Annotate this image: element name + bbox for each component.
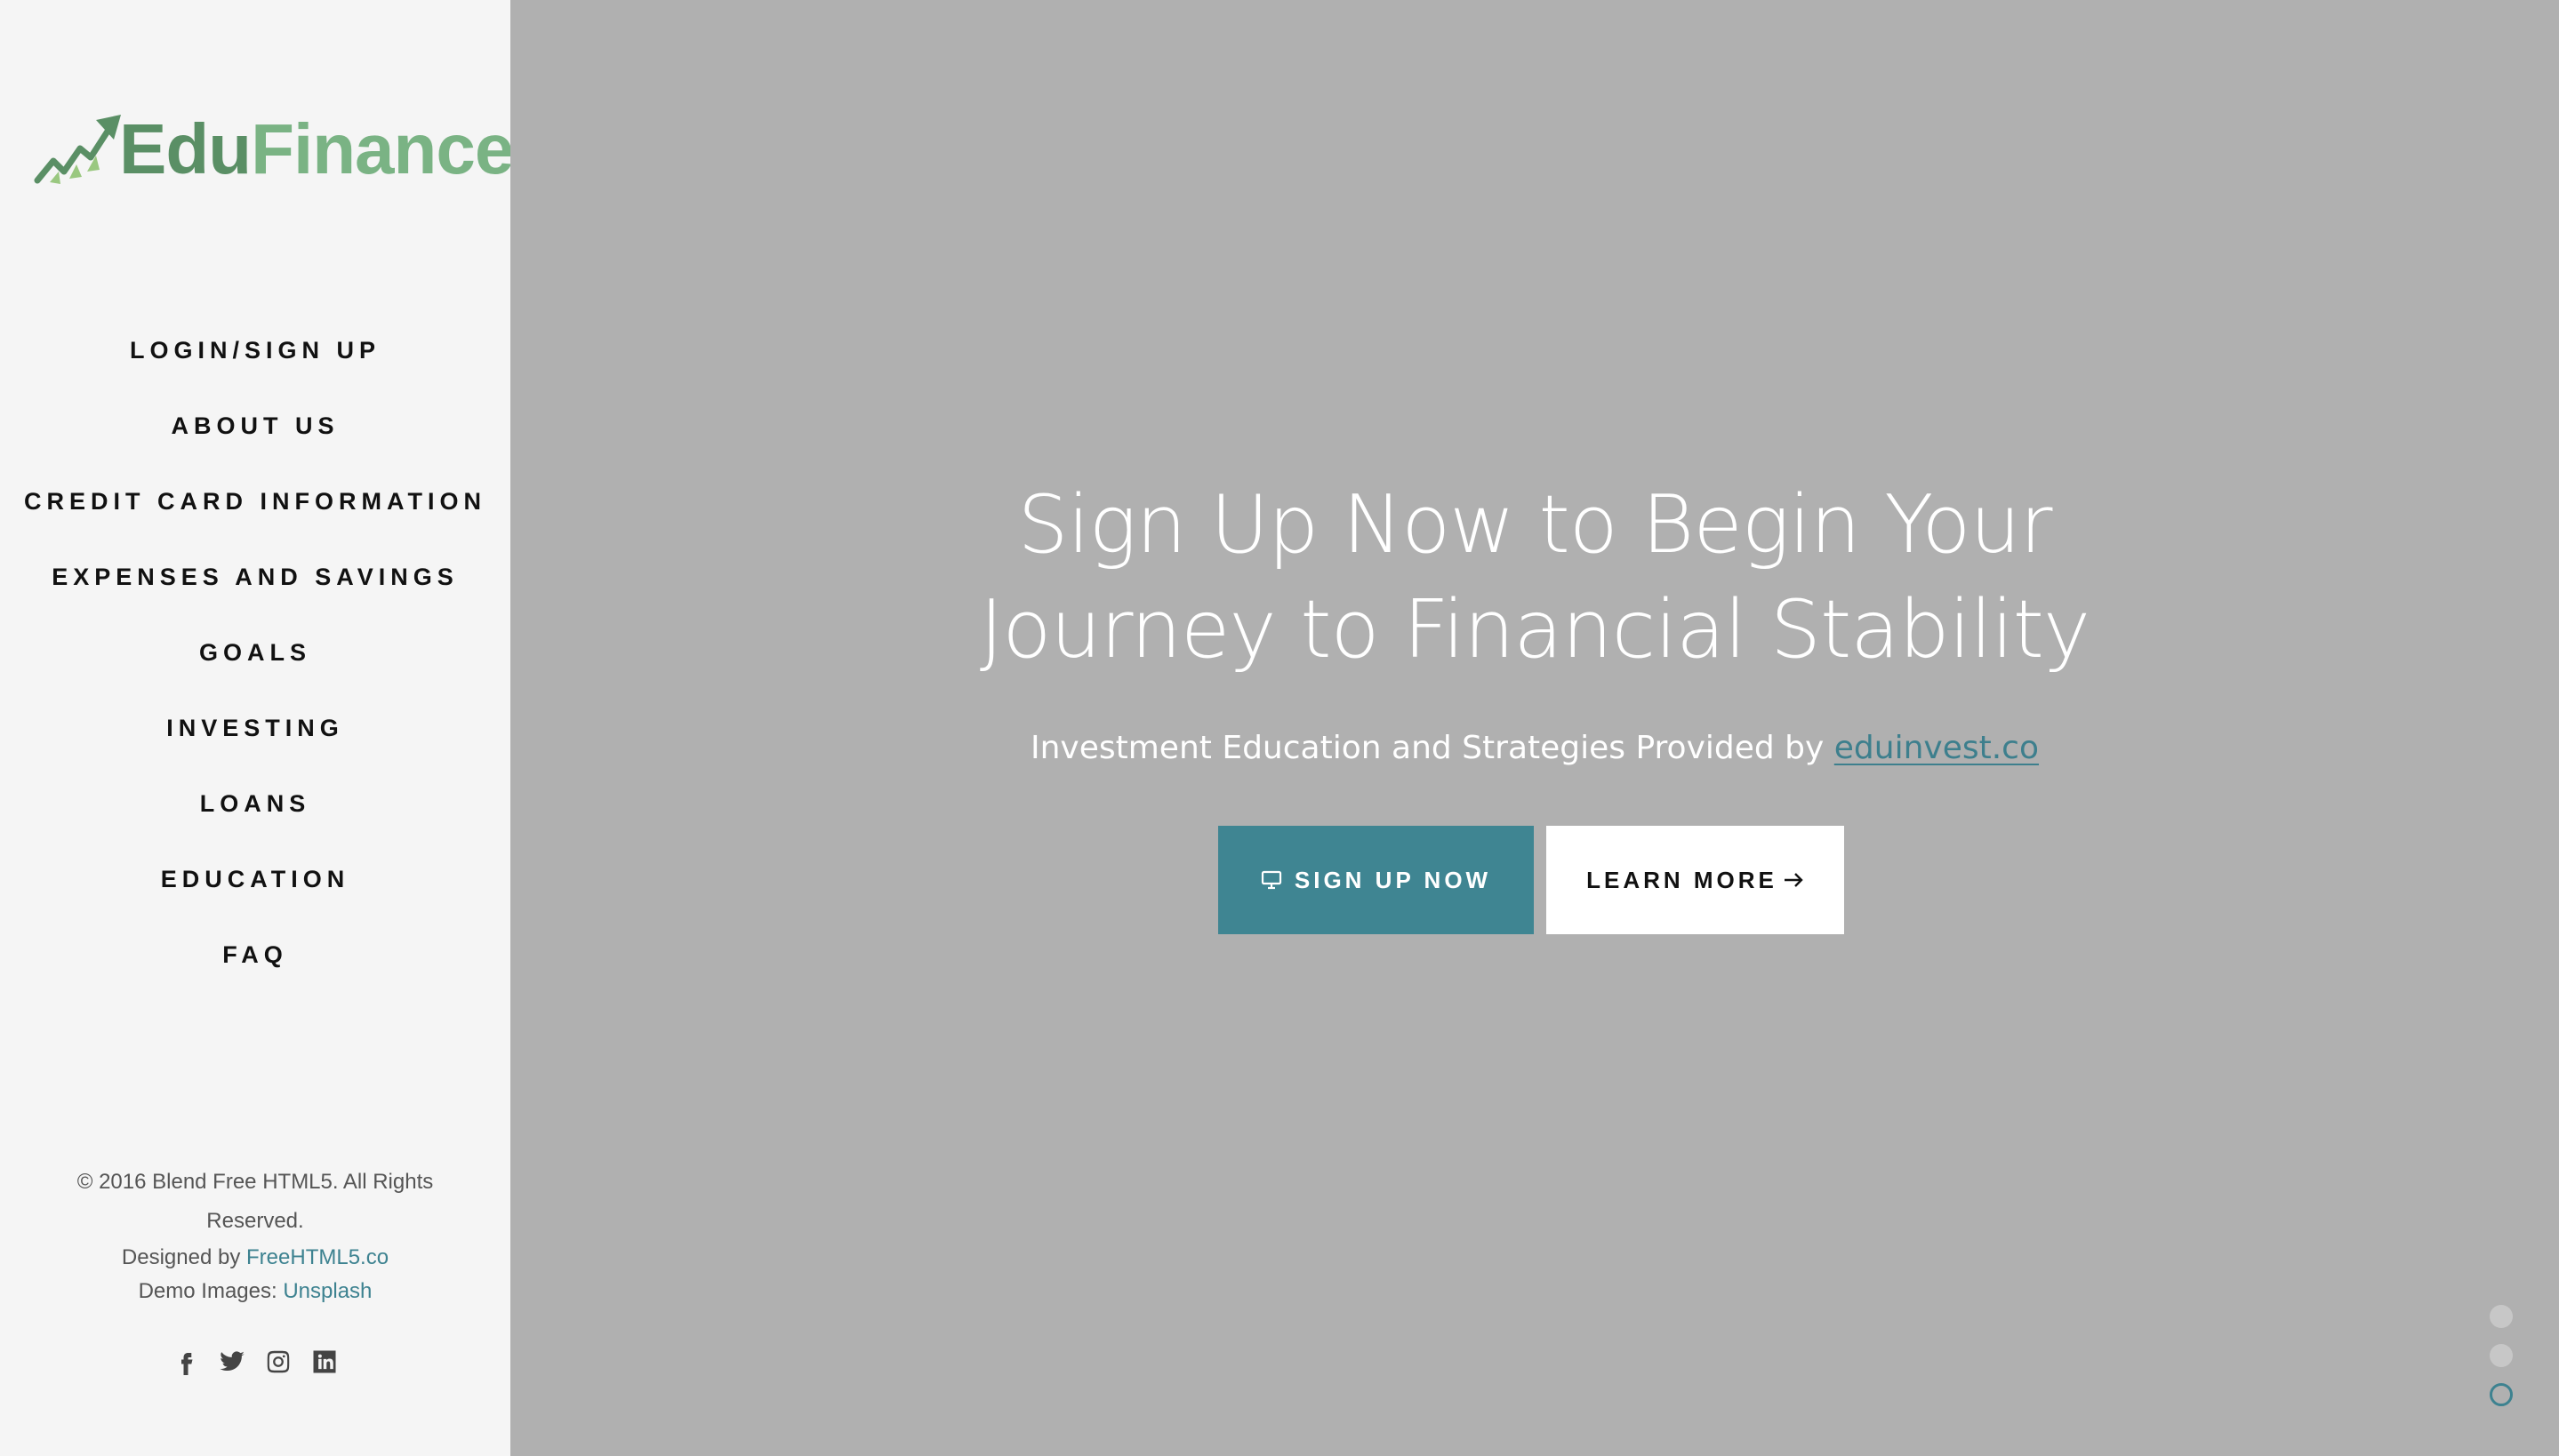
hero-subtitle-text: Investment Education and Strategies Prov… [1030, 730, 1834, 766]
logo-text-finance: Finance [251, 109, 514, 188]
slide-dot-2[interactable] [2490, 1344, 2513, 1367]
social-links [0, 1348, 510, 1376]
demo-images: Demo Images: Unsplash [0, 1275, 510, 1308]
nav-item-investing[interactable]: INVESTING [0, 691, 510, 766]
slide-indicators [2490, 1305, 2515, 1422]
sign-up-now-label: SIGN UP NOW [1294, 866, 1492, 893]
arrow-right-icon [1784, 873, 1803, 887]
twitter-icon[interactable] [218, 1348, 246, 1376]
hero-section: Sign Up Now to Begin Your Journey to Fin… [510, 0, 2559, 1456]
designed-by-label: Designed by [121, 1245, 247, 1269]
logo-text-edu: Edu [119, 109, 252, 188]
learn-more-label: LEARN MORE [1586, 866, 1777, 893]
hero-title: Sign Up Now to Begin Your Journey to Fin… [510, 473, 2559, 683]
nav-item-goals[interactable]: GOALS [0, 615, 510, 691]
monitor-icon [1261, 870, 1281, 890]
logo[interactable]: EduFinance [34, 105, 514, 194]
nav-item-loans[interactable]: LOANS [0, 766, 510, 842]
main-nav: LOGIN/SIGN UP ABOUT US CREDIT CARD INFOR… [0, 313, 510, 993]
slide-dot-3-active[interactable] [2490, 1383, 2513, 1406]
copyright-text: © 2016 Blend Free HTML5. All Rights Rese… [76, 1170, 434, 1233]
eduinvest-link[interactable]: eduinvest.co [1834, 730, 2039, 766]
designed-by: Designed by FreeHTML5.co [0, 1241, 510, 1275]
sidebar: EduFinance LOGIN/SIGN UP ABOUT US CREDIT… [0, 0, 514, 1456]
nav-item-expenses-and-savings[interactable]: EXPENSES AND SAVINGS [0, 540, 510, 615]
slide-dot-1[interactable] [2490, 1305, 2513, 1328]
facebook-icon[interactable] [172, 1348, 200, 1376]
hero-title-line-1: Sign Up Now to Begin Your [1017, 478, 2052, 572]
nav-item-about-us[interactable]: ABOUT US [0, 388, 510, 464]
linkedin-icon[interactable] [310, 1348, 339, 1376]
sidebar-footer: © 2016 Blend Free HTML5. All Rights Rese… [0, 1163, 510, 1308]
instagram-icon[interactable] [264, 1348, 293, 1376]
demo-images-label: Demo Images: [138, 1279, 284, 1303]
nav-item-credit-card-information[interactable]: CREDIT CARD INFORMATION [0, 464, 510, 540]
nav-item-faq[interactable]: FAQ [0, 917, 510, 993]
learn-more-button[interactable]: LEARN MORE [1546, 826, 1844, 934]
nav-item-education[interactable]: EDUCATION [0, 842, 510, 917]
hero-subtitle: Investment Education and Strategies Prov… [510, 722, 2559, 775]
logo-text: EduFinance [119, 114, 514, 185]
sign-up-now-button[interactable]: SIGN UP NOW [1218, 826, 1534, 934]
unsplash-link[interactable]: Unsplash [283, 1279, 372, 1303]
nav-item-login-signup[interactable]: LOGIN/SIGN UP [0, 313, 510, 388]
freehtml5-link[interactable]: FreeHTML5.co [246, 1245, 389, 1269]
growth-chart-logo-icon [34, 115, 121, 184]
hero-title-line-2: Journey to Financial Stability [979, 583, 2090, 676]
